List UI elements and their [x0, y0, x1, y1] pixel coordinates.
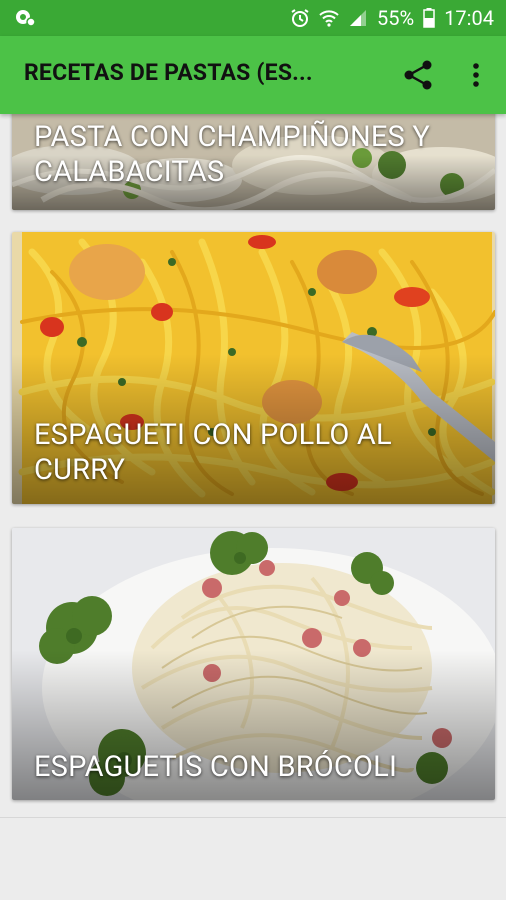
recipe-card[interactable]: ESPAGUETI CON POLLO AL CURRY	[12, 232, 495, 504]
alarm-icon	[290, 8, 310, 28]
recipe-title: ESPAGUETI CON POLLO AL CURRY	[34, 418, 392, 487]
battery-icon	[423, 8, 435, 28]
status-bar: 55% 17:04	[0, 0, 506, 36]
recipe-card[interactable]: PASTA CON CHAMPIÑONES Y CALABACITAS	[12, 114, 495, 210]
recipe-title: ESPAGUETIS CON BRÓCOLI	[34, 750, 398, 784]
clock: 17:04	[444, 6, 494, 30]
share-icon[interactable]	[402, 58, 434, 92]
notification-icon	[14, 8, 36, 28]
more-options-icon[interactable]	[462, 58, 490, 92]
list-divider	[0, 817, 506, 818]
signal-icon	[348, 8, 368, 28]
recipe-list[interactable]: PASTA CON CHAMPIÑONES Y CALABACITAS ESPA…	[0, 114, 506, 900]
battery-percent: 55%	[377, 6, 415, 30]
recipe-card[interactable]: ESPAGUETIS CON BRÓCOLI	[12, 528, 495, 800]
wifi-icon	[319, 8, 339, 28]
recipe-title: PASTA CON CHAMPIÑONES Y CALABACITAS	[34, 120, 430, 189]
app-toolbar: RECETAS DE PASTAS (ES...	[0, 36, 506, 114]
app-title: RECETAS DE PASTAS (ES...	[24, 59, 313, 86]
